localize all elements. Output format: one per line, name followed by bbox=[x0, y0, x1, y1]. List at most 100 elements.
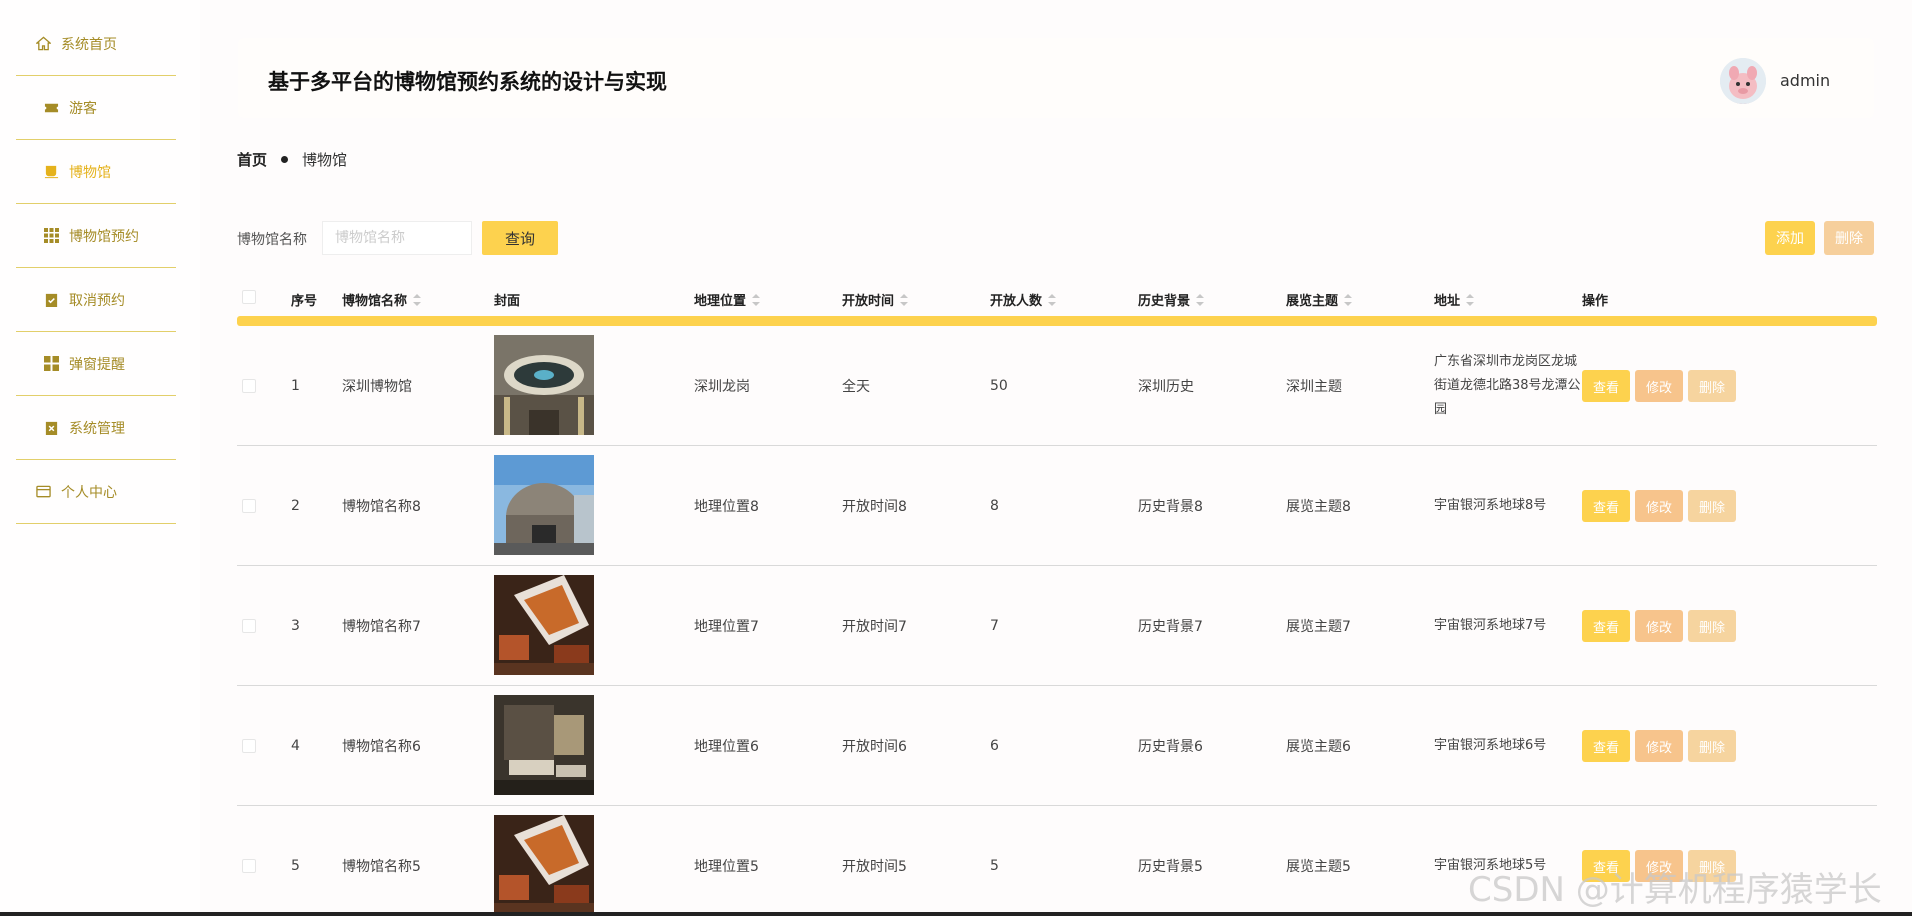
sidebar-item-popup-reminder[interactable]: 弹窗提醒 bbox=[16, 332, 176, 396]
clipboard-check-icon bbox=[44, 292, 59, 307]
cell-name: 深圳博物馆 bbox=[342, 379, 412, 395]
delete-button[interactable]: 删除 bbox=[1688, 370, 1736, 402]
edit-button[interactable]: 修改 bbox=[1635, 490, 1683, 522]
table-header-bar bbox=[237, 316, 1877, 326]
cell-hours: 开放时间8 bbox=[842, 499, 907, 515]
column-header-name[interactable]: 博物馆名称 bbox=[342, 290, 422, 309]
cell-history: 深圳历史 bbox=[1138, 379, 1194, 395]
cell-location: 深圳龙岗 bbox=[694, 379, 750, 395]
column-header-theme[interactable]: 展览主题 bbox=[1286, 290, 1353, 309]
sidebar-item-label: 系统首页 bbox=[61, 36, 117, 53]
search-input[interactable] bbox=[322, 221, 472, 255]
row-actions: 查看 修改 删除 bbox=[1582, 446, 1736, 566]
cover-image bbox=[494, 575, 594, 675]
edit-button[interactable]: 修改 bbox=[1635, 370, 1683, 402]
sidebar-item-system-management[interactable]: 系统管理 bbox=[16, 396, 176, 460]
row-actions: 查看 修改 删除 bbox=[1582, 566, 1736, 686]
column-header-capacity[interactable]: 开放人数 bbox=[990, 290, 1057, 309]
cell-address: 宇宙银河系地球8号 bbox=[1434, 498, 1547, 513]
sidebar-item-label: 博物馆预约 bbox=[69, 228, 139, 245]
cell-index: 3 bbox=[291, 618, 300, 634]
ticket-icon bbox=[44, 100, 59, 115]
edit-button[interactable]: 修改 bbox=[1635, 730, 1683, 762]
column-header-hours[interactable]: 开放时间 bbox=[842, 290, 909, 309]
delete-button[interactable]: 删除 bbox=[1688, 730, 1736, 762]
sidebar-item-reservation[interactable]: 博物馆预约 bbox=[16, 204, 176, 268]
sort-icon bbox=[1196, 293, 1205, 306]
sort-icon bbox=[900, 293, 909, 306]
add-button[interactable]: 添加 bbox=[1765, 221, 1815, 255]
cup-icon bbox=[44, 164, 59, 179]
sidebar-item-visitor[interactable]: 游客 bbox=[16, 76, 176, 140]
batch-delete-button[interactable]: 删除 bbox=[1824, 221, 1874, 255]
select-all-checkbox[interactable] bbox=[242, 290, 256, 304]
cell-name: 博物馆名称5 bbox=[342, 859, 421, 875]
cell-theme: 展览主题5 bbox=[1286, 859, 1351, 875]
column-header-address[interactable]: 地址 bbox=[1434, 290, 1475, 309]
cell-theme: 展览主题7 bbox=[1286, 619, 1351, 635]
cell-capacity: 7 bbox=[990, 618, 999, 634]
delete-button[interactable]: 删除 bbox=[1688, 610, 1736, 642]
cover-image bbox=[494, 695, 594, 795]
cell-index: 2 bbox=[291, 498, 300, 514]
breadcrumb: 首页 博物馆 bbox=[237, 149, 347, 170]
apps-icon bbox=[44, 356, 59, 371]
row-checkbox[interactable] bbox=[242, 739, 256, 753]
clipboard-x-icon bbox=[44, 420, 59, 435]
cell-index: 4 bbox=[291, 738, 300, 754]
cell-hours: 开放时间6 bbox=[842, 739, 907, 755]
cover-image bbox=[494, 815, 594, 915]
cell-address: 宇宙银河系地球7号 bbox=[1434, 618, 1547, 633]
watermark: CSDN @计算机程序猿学长 bbox=[1468, 870, 1882, 910]
view-button[interactable]: 查看 bbox=[1582, 730, 1630, 762]
table-header: 序号 博物馆名称 封面 地理位置 开放时间 开放人数 历史背景 展览主题 地址 … bbox=[237, 278, 1877, 316]
sort-icon bbox=[1048, 293, 1057, 306]
sidebar-item-museum[interactable]: 博物馆 bbox=[16, 140, 176, 204]
sidebar-item-label: 弹窗提醒 bbox=[69, 356, 125, 373]
cell-name: 博物馆名称8 bbox=[342, 499, 421, 515]
column-header-index: 序号 bbox=[291, 294, 318, 309]
row-checkbox[interactable] bbox=[242, 619, 256, 633]
cell-address: 宇宙银河系地球6号 bbox=[1434, 738, 1547, 753]
sort-icon bbox=[413, 293, 422, 306]
sidebar-item-home[interactable]: 系统首页 bbox=[16, 12, 176, 76]
cell-index: 1 bbox=[291, 378, 300, 394]
breadcrumb-current: 博物馆 bbox=[302, 151, 348, 169]
table-body: 1 深圳博物馆 深圳龙岗 全天 50 深圳历史 深圳主题 广东省深圳市龙岗区龙城街道龙德北路3… bbox=[237, 326, 1877, 916]
sidebar-item-cancel-reservation[interactable]: 取消预约 bbox=[16, 268, 176, 332]
sidebar-item-label: 个人中心 bbox=[61, 484, 117, 501]
delete-button[interactable]: 删除 bbox=[1688, 490, 1736, 522]
username[interactable]: admin bbox=[1780, 71, 1830, 90]
query-button[interactable]: 查询 bbox=[482, 221, 558, 255]
view-button[interactable]: 查看 bbox=[1582, 610, 1630, 642]
cell-location: 地理位置5 bbox=[694, 859, 759, 875]
grid-icon bbox=[44, 228, 59, 243]
table-row: 1 深圳博物馆 深圳龙岗 全天 50 深圳历史 深圳主题 广东省深圳市龙岗区龙城街道龙德北路3… bbox=[237, 326, 1877, 446]
view-button[interactable]: 查看 bbox=[1582, 370, 1630, 402]
breadcrumb-home[interactable]: 首页 bbox=[237, 149, 267, 170]
row-checkbox[interactable] bbox=[242, 859, 256, 873]
column-header-history[interactable]: 历史背景 bbox=[1138, 290, 1205, 309]
cell-location: 地理位置6 bbox=[694, 739, 759, 755]
view-button[interactable]: 查看 bbox=[1582, 490, 1630, 522]
cell-hours: 开放时间5 bbox=[842, 859, 907, 875]
sidebar-item-label: 取消预约 bbox=[69, 292, 125, 309]
edit-button[interactable]: 修改 bbox=[1635, 610, 1683, 642]
sidebar-item-label: 系统管理 bbox=[69, 420, 125, 437]
cell-history: 历史背景5 bbox=[1138, 859, 1203, 875]
cell-capacity: 8 bbox=[990, 498, 999, 514]
row-checkbox[interactable] bbox=[242, 499, 256, 513]
row-actions: 查看 修改 删除 bbox=[1582, 326, 1736, 446]
top-header: 基于多平台的博物馆预约系统的设计与实现 admin bbox=[238, 38, 1874, 118]
cell-history: 历史背景6 bbox=[1138, 739, 1203, 755]
search-label: 博物馆名称 bbox=[237, 232, 307, 248]
column-header-location[interactable]: 地理位置 bbox=[694, 290, 761, 309]
cell-name: 博物馆名称7 bbox=[342, 619, 421, 635]
table-row: 4 博物馆名称6 地理位置6 开放时间6 6 历史背景6 展览主题6 宇宙银河系地球6号 查看… bbox=[237, 686, 1877, 806]
cell-hours: 全天 bbox=[842, 379, 870, 395]
cover-image bbox=[494, 455, 594, 555]
cell-capacity: 5 bbox=[990, 858, 999, 874]
row-checkbox[interactable] bbox=[242, 379, 256, 393]
avatar[interactable] bbox=[1720, 58, 1766, 104]
sidebar-item-personal-center[interactable]: 个人中心 bbox=[16, 460, 176, 524]
